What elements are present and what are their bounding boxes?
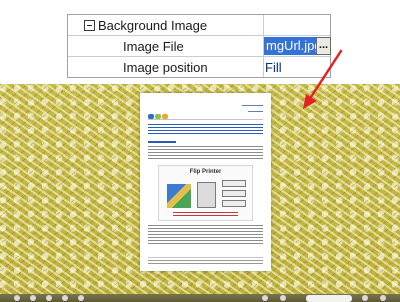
toolbar-button[interactable] (280, 295, 286, 301)
figure-output-box (222, 200, 246, 207)
page-section-heading (148, 141, 176, 143)
toolbar-button[interactable] (362, 295, 368, 301)
page-number-field[interactable] (306, 295, 352, 302)
figure-title: Flip Printer (189, 169, 222, 175)
preview-canvas: ▬▬▬▬▬▬▬ ▬▬▬▬▬ Flip Printer (0, 84, 400, 302)
toolbar-button[interactable] (46, 295, 52, 301)
figure-output-box (222, 190, 246, 197)
toolbar-button[interactable] (78, 295, 84, 301)
collapse-icon[interactable] (84, 20, 95, 31)
page-intro-text (148, 124, 263, 136)
toolbar-button[interactable] (62, 295, 68, 301)
toolbar-button[interactable] (30, 295, 36, 301)
figure-caption (173, 212, 238, 218)
book-page-preview[interactable]: ▬▬▬▬▬▬▬ ▬▬▬▬▬ Flip Printer (140, 93, 271, 271)
property-name-image-file: Image File (123, 39, 184, 54)
page-rule (148, 119, 263, 120)
property-name-image-position: Image position (123, 60, 208, 75)
property-row-image-file[interactable]: Image File mgUrl.jpg ... (68, 36, 331, 57)
page-body-text (148, 225, 263, 245)
property-grid: Background Image Image File mgUrl.jpg ..… (67, 14, 331, 78)
page-footer-text (148, 260, 263, 264)
figure-center-box (197, 182, 216, 208)
page-rule (148, 257, 263, 258)
page-body-text (148, 146, 263, 160)
browse-button[interactable]: ... (316, 37, 331, 55)
toolbar-button[interactable] (380, 295, 386, 301)
page-header-line: ▬▬▬▬▬▬▬ (242, 103, 263, 107)
property-row-image-position[interactable]: Image position Fill (68, 57, 330, 78)
figure-images (167, 184, 191, 208)
category-label: Background Image (98, 18, 208, 33)
toolbar-button[interactable] (262, 295, 268, 301)
page-figure: Flip Printer (158, 165, 253, 221)
figure-output-box (222, 180, 246, 187)
page-header-line: ▬▬▬▬▬ (248, 109, 263, 113)
toolbar-button[interactable] (14, 295, 20, 301)
page-logo (148, 106, 170, 119)
bottom-toolbar (0, 294, 400, 302)
image-file-value-input[interactable]: mgUrl.jpg (264, 37, 316, 55)
image-position-value[interactable]: Fill (265, 60, 282, 75)
category-row-background-image[interactable]: Background Image (68, 15, 330, 36)
